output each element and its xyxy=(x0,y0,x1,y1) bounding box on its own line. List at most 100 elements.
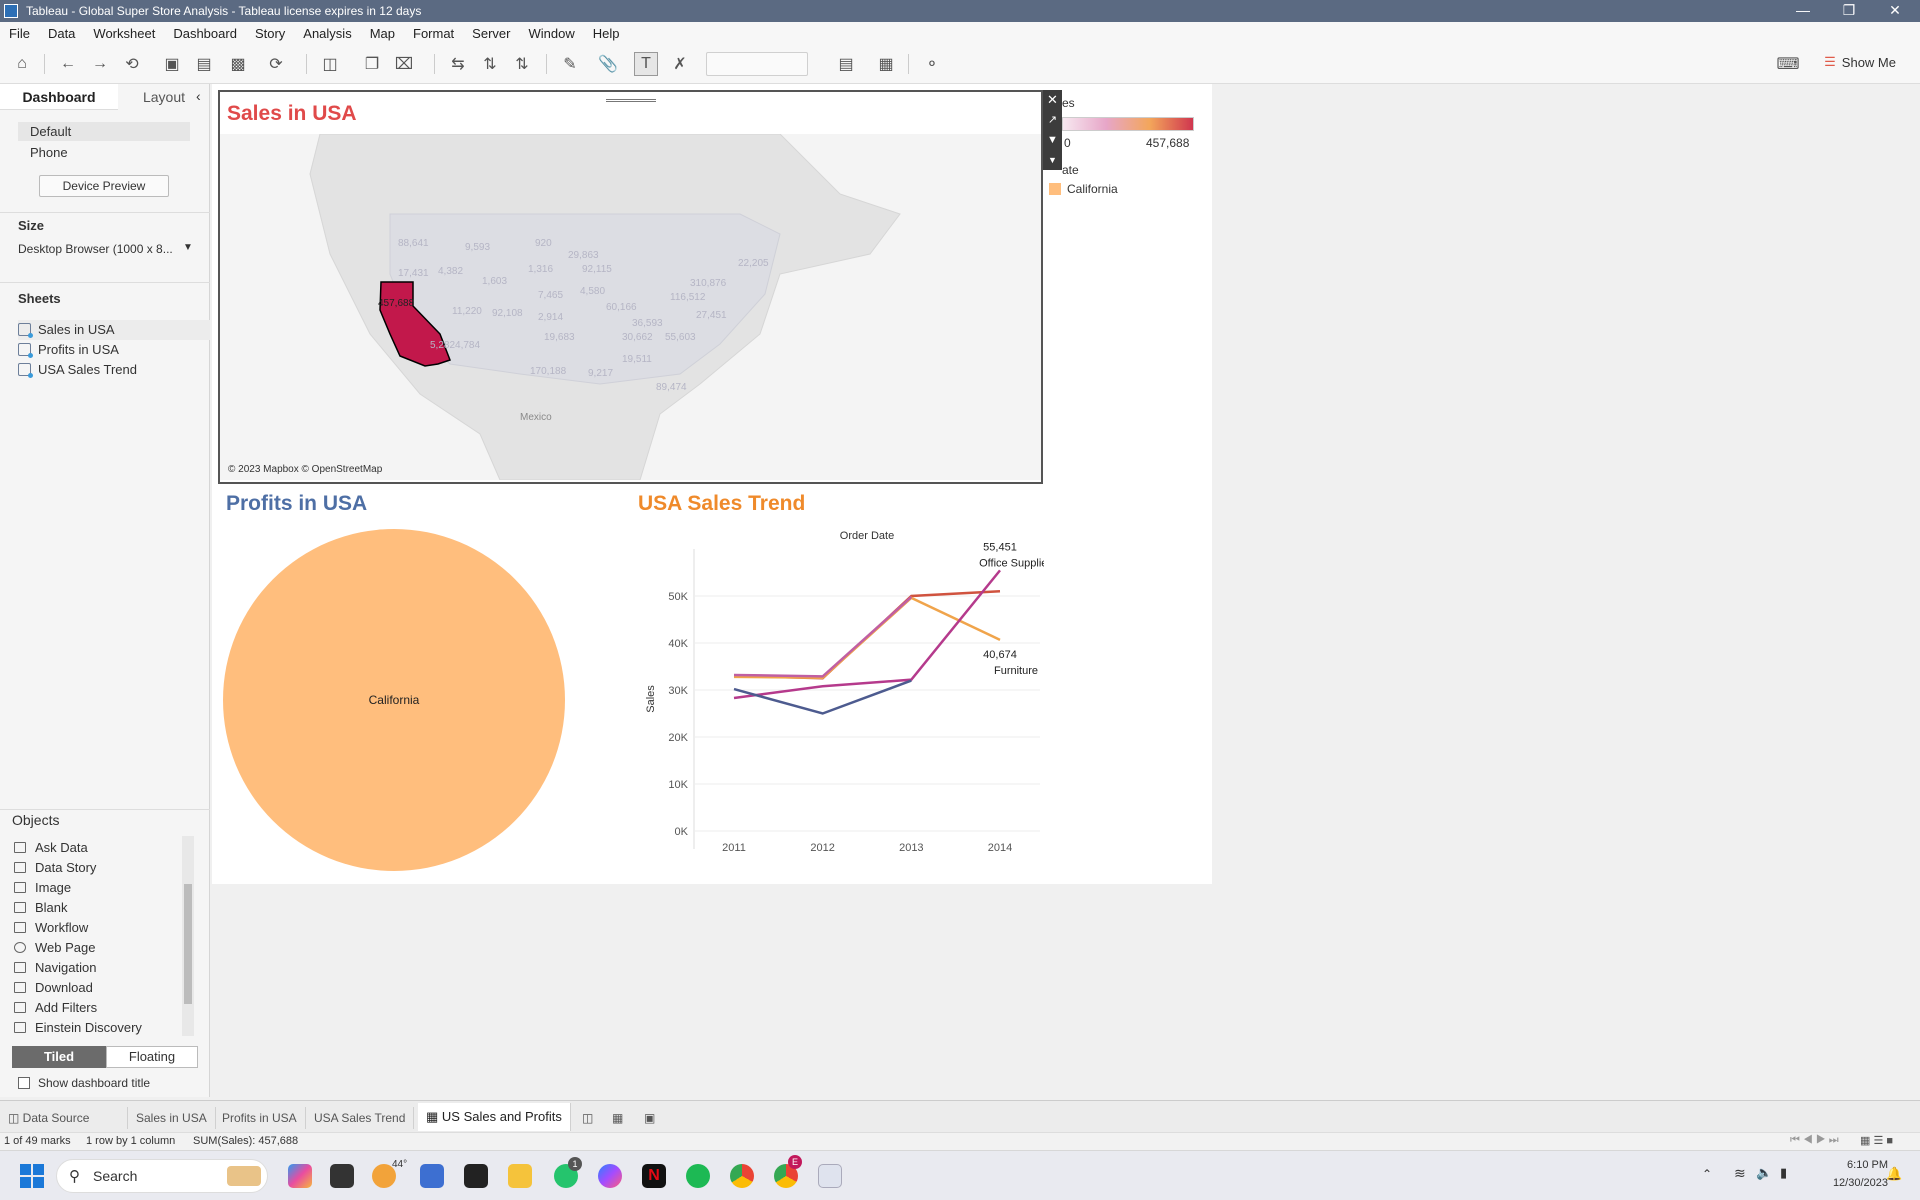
chevron-down-icon[interactable]: ▼ xyxy=(183,242,193,253)
menu-dashboard[interactable]: Dashboard xyxy=(164,26,246,41)
save-icon[interactable]: ▣ xyxy=(160,52,184,76)
tab-sales-in-usa[interactable]: Sales in USA xyxy=(128,1107,216,1129)
chevron-up-icon[interactable]: ⌃ xyxy=(1702,1167,1712,1181)
menu-window[interactable]: Window xyxy=(519,26,583,41)
object-blank[interactable]: Blank xyxy=(14,900,68,915)
copilot-icon[interactable] xyxy=(288,1164,312,1188)
windows-start-icon[interactable] xyxy=(20,1164,44,1188)
menu-server[interactable]: Server xyxy=(463,26,519,41)
menu-help[interactable]: Help xyxy=(584,26,629,41)
floating-toggle[interactable]: Floating xyxy=(106,1046,198,1068)
tab-data-source[interactable]: ◫ Data Source xyxy=(0,1107,128,1129)
remove-zone-icon[interactable]: ✕ xyxy=(1043,90,1062,110)
profits-pie-chart[interactable]: California xyxy=(222,528,567,873)
new-worksheet-tab-icon[interactable]: ◫ xyxy=(574,1107,601,1129)
replay-icon[interactable]: ⟲ xyxy=(120,52,144,76)
object-ask-data[interactable]: Ask Data xyxy=(14,840,88,855)
swap-icon[interactable]: ⇆ xyxy=(446,52,470,76)
volume-icon[interactable]: 🔈 xyxy=(1756,1165,1772,1181)
sheet-item[interactable]: Sales in USA xyxy=(18,320,210,340)
undo-icon[interactable]: ← xyxy=(56,52,80,76)
object-einstein-discovery[interactable]: Einstein Discovery xyxy=(14,1020,142,1035)
menu-worksheet[interactable]: Worksheet xyxy=(84,26,164,41)
show-labels-icon[interactable]: T xyxy=(634,52,658,76)
spotify-icon[interactable] xyxy=(686,1164,710,1188)
group-icon[interactable]: 📎 xyxy=(596,52,620,76)
close-icon[interactable]: ✕ xyxy=(1872,0,1918,22)
collapse-pane-icon[interactable]: ‹ xyxy=(196,88,201,104)
pause-updates-icon[interactable]: ▩ xyxy=(226,52,250,76)
format-painter-icon[interactable]: ⌨ xyxy=(1776,52,1800,76)
filter-icon[interactable]: ▼ xyxy=(1043,130,1062,150)
object-add-filters[interactable]: Add Filters xyxy=(14,1000,97,1015)
clock-time[interactable]: 6:10 PM xyxy=(1814,1159,1888,1171)
tab-dashboard[interactable]: Dashboard xyxy=(0,84,118,110)
device-phone[interactable]: Phone xyxy=(30,145,68,160)
sales-map-zone[interactable]: Sales in USA 457,688 Mexico 88,641 9,593… xyxy=(218,90,1043,484)
sheet-item[interactable]: USA Sales Trend xyxy=(18,360,137,380)
messenger-icon[interactable] xyxy=(598,1164,622,1188)
refresh-icon[interactable]: ⟳ xyxy=(264,52,288,76)
go-to-sheet-icon[interactable]: ↗ xyxy=(1043,110,1062,130)
redo-icon[interactable]: → xyxy=(88,52,112,76)
tableau-taskbar-icon[interactable] xyxy=(818,1164,842,1188)
usa-sales-trend-chart[interactable]: Order Date Sales 0K 10K 20K 30K 40K 50K 2011 2012… xyxy=(630,525,1044,875)
tiled-toggle[interactable]: Tiled xyxy=(12,1046,106,1068)
drag-handle[interactable] xyxy=(606,92,656,102)
restore-icon[interactable]: ❐ xyxy=(1826,0,1872,22)
highlight-icon[interactable]: ✎ xyxy=(558,52,582,76)
new-story-tab-icon[interactable]: ▣ xyxy=(636,1107,663,1129)
terminal-icon[interactable] xyxy=(464,1164,488,1188)
more-options-icon[interactable]: ▼ xyxy=(1043,150,1062,170)
sheet-nav-icons[interactable]: ⏮ ◀ ▶ ⏭ xyxy=(1790,1134,1839,1147)
menu-format[interactable]: Format xyxy=(404,26,463,41)
duplicate-icon[interactable]: ❐ xyxy=(360,52,384,76)
object-download[interactable]: Download xyxy=(14,980,93,995)
tab-profits-in-usa[interactable]: Profits in USA xyxy=(214,1107,306,1129)
clock-date[interactable]: 12/30/2023 xyxy=(1814,1177,1888,1189)
sales-color-ramp[interactable] xyxy=(1062,117,1194,131)
calculator-icon[interactable] xyxy=(420,1164,444,1188)
chrome-icon[interactable] xyxy=(730,1164,754,1188)
fit-dropdown[interactable] xyxy=(706,52,808,76)
object-workflow[interactable]: Workflow xyxy=(14,920,88,935)
task-view-icon[interactable] xyxy=(330,1164,354,1188)
netflix-icon[interactable]: N xyxy=(642,1164,666,1188)
show-title-checkbox[interactable] xyxy=(18,1077,30,1089)
us-map[interactable]: 457,688 Mexico 88,641 9,593 920 29,863 1… xyxy=(220,134,1041,480)
view-mode-icons[interactable]: ▦ ☰ ■ xyxy=(1860,1134,1893,1147)
minimize-icon[interactable]: — xyxy=(1780,0,1826,22)
sort-descending-icon[interactable]: ⇅ xyxy=(510,52,534,76)
menu-data[interactable]: Data xyxy=(39,26,84,41)
objects-scrollbar[interactable] xyxy=(182,836,194,1036)
file-explorer-icon[interactable] xyxy=(508,1164,532,1188)
battery-icon[interactable]: ▮ xyxy=(1780,1165,1787,1181)
menu-analysis[interactable]: Analysis xyxy=(294,26,360,41)
size-dropdown[interactable]: Desktop Browser (1000 x 8... xyxy=(18,242,173,256)
sheet-item[interactable]: Profits in USA xyxy=(18,340,119,360)
notification-bell-icon[interactable]: 🔔 xyxy=(1886,1166,1902,1182)
taskbar-search-box[interactable]: ⚲ Search xyxy=(56,1159,268,1193)
sort-ascending-icon[interactable]: ⇅ xyxy=(478,52,502,76)
menu-story[interactable]: Story xyxy=(246,26,294,41)
object-navigation[interactable]: Navigation xyxy=(14,960,96,975)
legend-item-california[interactable]: California xyxy=(1067,182,1118,196)
tab-usa-sales-trend[interactable]: USA Sales Trend xyxy=(306,1107,415,1129)
home-icon[interactable]: ⌂ xyxy=(10,52,34,76)
share-icon[interactable]: ⚬ xyxy=(920,52,944,76)
menu-file[interactable]: File xyxy=(0,26,39,41)
show-cards-icon[interactable]: ▤ xyxy=(834,52,858,76)
new-worksheet-icon[interactable]: ◫ xyxy=(318,52,342,76)
fix-axes-icon[interactable]: ✗ xyxy=(668,52,692,76)
tab-us-sales-and-profits[interactable]: ▦ US Sales and Profits xyxy=(418,1103,571,1131)
device-preview-button[interactable]: Device Preview xyxy=(39,175,169,197)
presentation-icon[interactable]: ▦ xyxy=(874,52,898,76)
object-web-page[interactable]: Web Page xyxy=(14,940,95,955)
device-default[interactable]: Default xyxy=(18,122,190,141)
object-image[interactable]: Image xyxy=(14,880,71,895)
show-me-button[interactable]: ☰ Show Me xyxy=(1824,54,1896,70)
wifi-icon[interactable]: ≋ xyxy=(1734,1165,1746,1182)
clear-sheet-icon[interactable]: ⌧ xyxy=(392,52,416,76)
new-dashboard-tab-icon[interactable]: ▦ xyxy=(604,1107,631,1129)
menu-map[interactable]: Map xyxy=(361,26,404,41)
